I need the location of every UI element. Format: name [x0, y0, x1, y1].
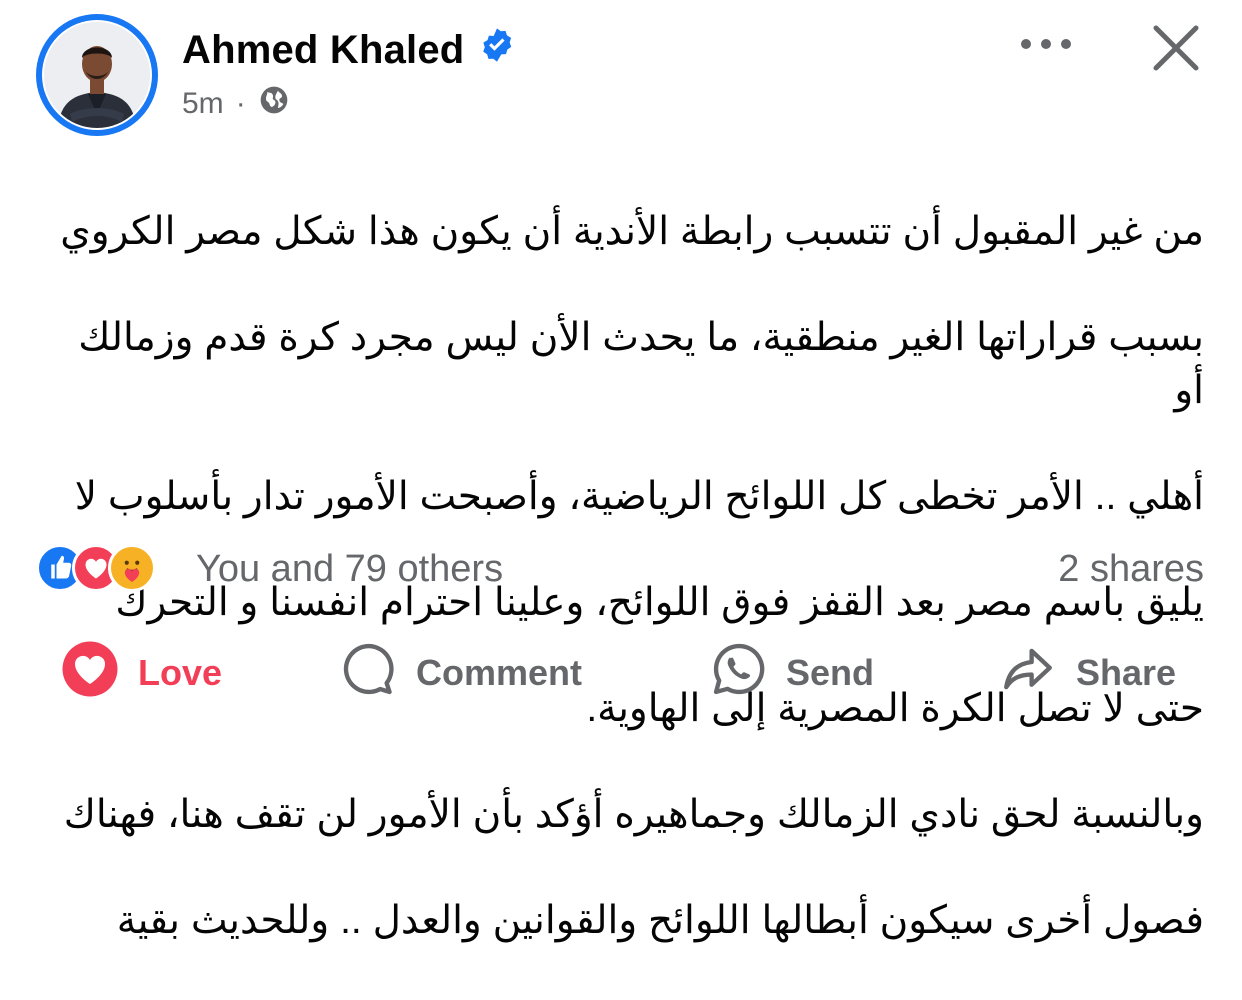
- share-arrow-icon: [998, 640, 1058, 707]
- love-reaction-icon: [60, 639, 120, 708]
- avatar[interactable]: [44, 22, 150, 128]
- post-text-line: بسبب قراراتها الغير منطقية، ما يحدث الأن…: [78, 316, 1204, 412]
- comment-label: Comment: [416, 652, 583, 693]
- post-text-line: من غير المقبول أن تتسبب رابطة الأندية أن…: [60, 210, 1204, 253]
- love-label: Love: [138, 652, 223, 693]
- author-name[interactable]: Ahmed Khaled: [182, 28, 464, 73]
- whatsapp-icon: [710, 640, 768, 707]
- verified-badge-icon: [478, 26, 516, 74]
- share-label: Share: [1076, 652, 1177, 693]
- post-text-line: فصول أخرى سيكون أبطالها اللوائح والقواني…: [116, 899, 1204, 942]
- author-header: Ahmed Khaled: [182, 26, 516, 74]
- close-icon[interactable]: [1150, 22, 1202, 74]
- send-button[interactable]: Send: [710, 640, 874, 706]
- care-icon: [108, 544, 156, 592]
- comment-icon: [340, 640, 398, 707]
- post-meta: 5m ·: [182, 84, 290, 124]
- globe-icon[interactable]: [258, 84, 290, 124]
- post-text-line: وبالنسبة لحق نادي الزمالك وجماهيره أؤكد …: [63, 793, 1204, 836]
- meta-separator: ·: [235, 87, 246, 120]
- reactions-summary[interactable]: You and 79 others: [196, 548, 503, 591]
- more-options-icon[interactable]: [1016, 26, 1076, 62]
- shares-count[interactable]: 2 shares: [1058, 548, 1204, 591]
- post-time[interactable]: 5m: [182, 87, 224, 121]
- send-label: Send: [786, 652, 875, 693]
- love-button[interactable]: Love: [60, 640, 222, 706]
- post-text-line: أهلي .. الأمر تخطى كل اللوائح الرياضية، …: [74, 475, 1204, 518]
- share-button[interactable]: Share: [998, 640, 1176, 706]
- comment-button[interactable]: Comment: [340, 640, 582, 706]
